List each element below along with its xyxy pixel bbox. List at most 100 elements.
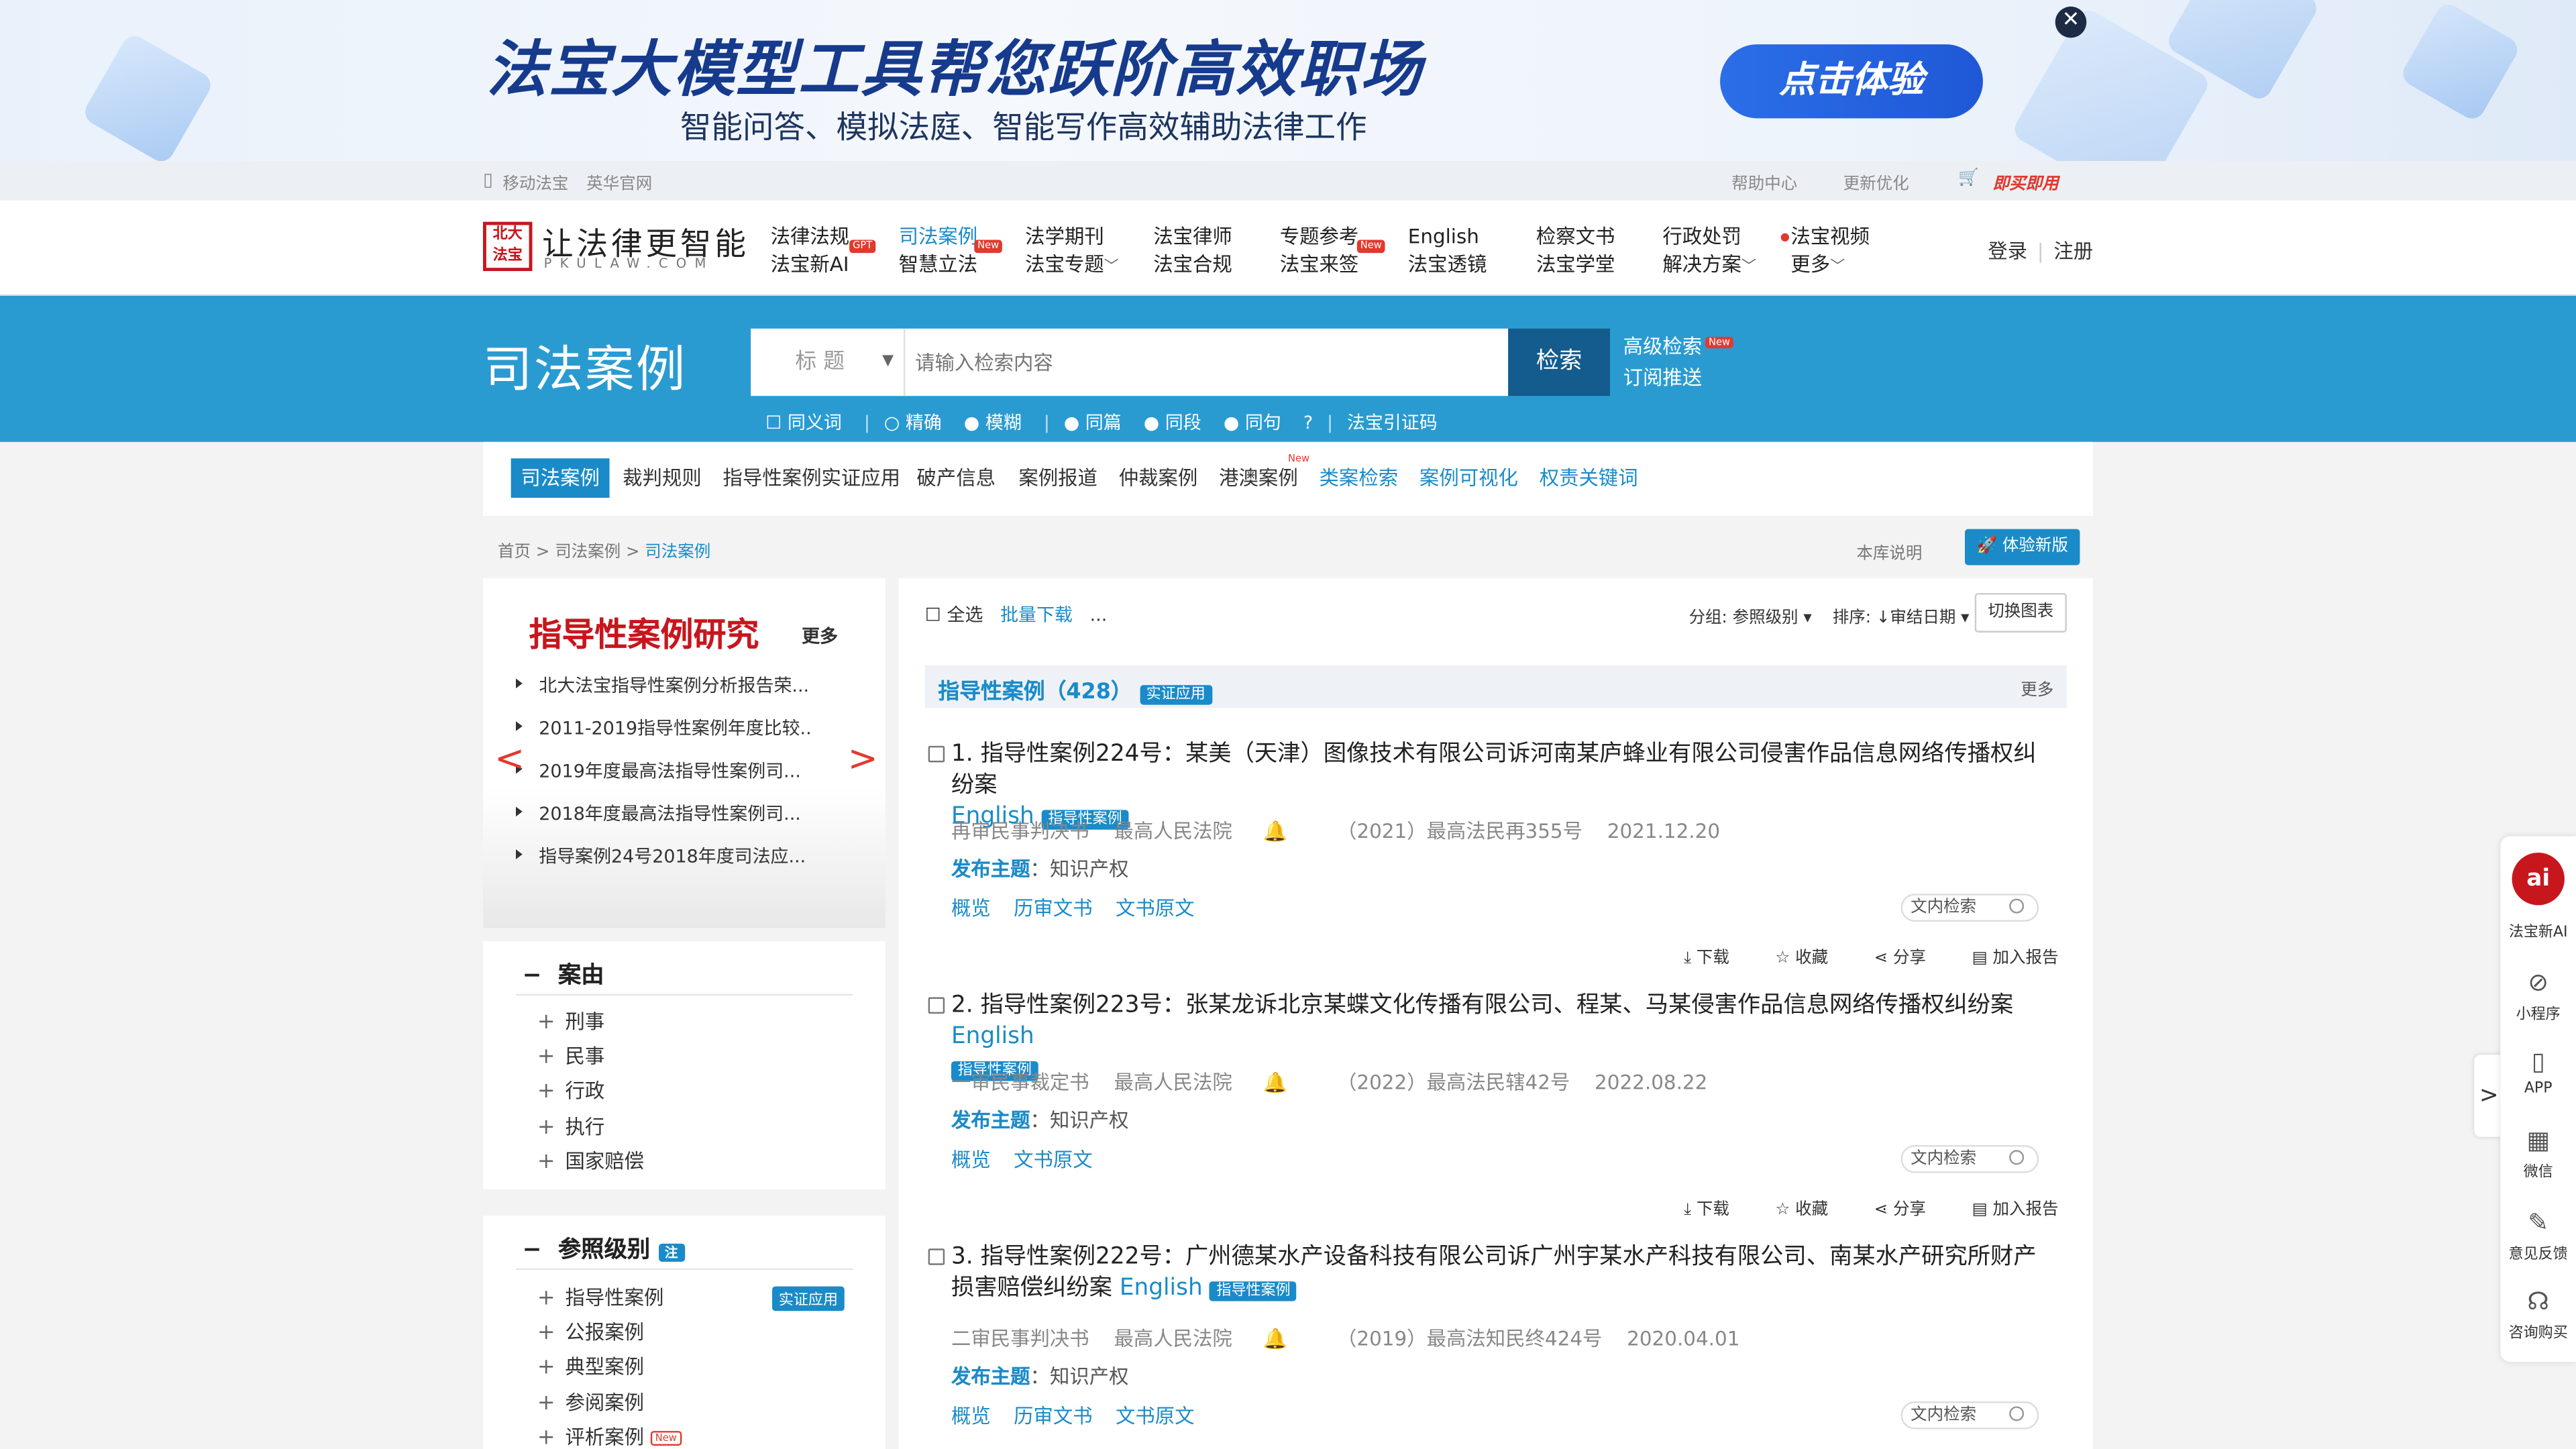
nav-item-sign[interactable]: 法宝来签 [1280, 252, 1359, 280]
original-doc-link[interactable]: 文书原文 [1116, 897, 1195, 920]
search-button[interactable]: 检索 [1508, 328, 1611, 396]
result-checkbox[interactable] [928, 997, 945, 1014]
empirical-tag[interactable]: 实证应用 [772, 1286, 845, 1311]
nav-item-journals[interactable]: 法学期刊 [1025, 223, 1119, 252]
breadcrumb-level1[interactable]: 司法案例 [555, 544, 621, 562]
facet-item[interactable]: + 参阅案例 [537, 1388, 644, 1416]
facet-item[interactable]: + 执行 [537, 1112, 604, 1140]
nav-item-lawyers[interactable]: 法宝律师 [1153, 223, 1232, 252]
login-link[interactable]: 登录 [1988, 240, 2027, 263]
tab-visualization[interactable]: 案例可视化 [1409, 458, 1527, 498]
result-title[interactable]: 3. 指导性案例222号：广州德某水产设备科技有限公司诉广州宇某水产科技有限公司… [951, 1242, 2052, 1307]
nav-item-lens[interactable]: 法宝透镜 [1408, 252, 1487, 280]
promo-banner[interactable]: 法宝大模型工具帮您跃阶高效职场 智能问答、模拟法庭、智能写作高效辅助法律工作 点… [0, 0, 2576, 162]
english-link[interactable]: English [1120, 1275, 1203, 1301]
sort-select[interactable]: 排序: ↓审结日期 ▾ [1833, 610, 1970, 628]
original-doc-link[interactable]: 文书原文 [1116, 1405, 1195, 1428]
bell-icon[interactable]: 🔔 [1263, 1071, 1288, 1094]
history-docs-link[interactable]: 历审文书 [1014, 897, 1093, 920]
facet-item[interactable]: + 典型案例 [537, 1352, 644, 1380]
nav-item-video[interactable]: 法宝视频 [1790, 223, 1870, 252]
share-button[interactable]: ⋖ 分享 [1874, 1201, 1949, 1219]
exact-radio[interactable]: ○ 精确 [884, 413, 950, 434]
overview-link[interactable]: 概览 [951, 897, 991, 920]
promo-item[interactable]: 指导案例24号2018年度司法应... [515, 843, 806, 869]
in-doc-search[interactable]: 文内检索 [1900, 1401, 2039, 1430]
tab-bankruptcy[interactable]: 破产信息 [907, 458, 1006, 498]
promo-item[interactable]: 2018年度最高法指导性案例司... [515, 800, 801, 826]
batch-download-link[interactable]: 批量下载 [1000, 604, 1073, 626]
favorite-button[interactable]: ☆ 收藏 [1775, 1201, 1851, 1219]
tab-rulings[interactable]: 裁判规则 [612, 458, 711, 498]
nav-item-reference[interactable]: 专题参考 [1280, 223, 1359, 252]
help-center-link[interactable]: 帮助中心 [1731, 169, 1797, 194]
promo-item[interactable]: 2019年度最高法指导性案例司... [515, 757, 801, 784]
facet-item[interactable]: + 评析案例 New [537, 1423, 682, 1449]
promo-item[interactable]: 2011-2019指导性案例年度比较.. [515, 714, 812, 741]
rail-toggle-chevron-icon[interactable]: > [2474, 1055, 2504, 1137]
promo-item[interactable]: 北大法宝指导性案例分析报告荣... [516, 672, 809, 698]
facet-item[interactable]: + 指导性案例 [537, 1283, 664, 1311]
subscribe-link[interactable]: 订阅推送 [1623, 363, 1733, 394]
more-options-icon[interactable]: ... [1090, 604, 1108, 626]
nav-item-compliance[interactable]: 法宝合规 [1153, 252, 1232, 280]
try-new-version-button[interactable]: 🚀 体验新版 [1965, 529, 2080, 566]
group-more-link[interactable]: 更多 [2021, 676, 2053, 700]
buy-link[interactable]: 即买即用 [1993, 169, 2059, 194]
nav-item-solutions[interactable]: 解决方案﹀ [1662, 252, 1756, 283]
share-button[interactable]: ⋖ 分享 [1874, 950, 1949, 968]
facet-item[interactable]: + 行政 [537, 1076, 604, 1104]
carousel-next-icon[interactable]: > [848, 739, 878, 780]
download-button[interactable]: ⤓ 下载 [1684, 950, 1752, 968]
nav-item-english[interactable]: English [1408, 223, 1487, 252]
facet-item[interactable]: + 公报案例 [537, 1318, 644, 1346]
citation-code-link[interactable]: 法宝引证码 [1347, 413, 1438, 434]
rail-consult[interactable]: ☊ 咨询购买 [2500, 1287, 2576, 1342]
search-input[interactable] [915, 328, 1499, 396]
nav-item-laws[interactable]: 法律法规 [771, 223, 850, 252]
result-checkbox[interactable] [928, 745, 945, 763]
update-link[interactable]: 更新优化 [1843, 169, 1909, 194]
nav-item-academy[interactable]: 法宝学堂 [1536, 252, 1615, 280]
yinghua-link[interactable]: 英华官网 [586, 169, 652, 194]
add-report-button[interactable]: ▤ 加入报告 [1972, 950, 2082, 968]
carousel-prev-icon[interactable]: < [494, 739, 525, 780]
site-logo[interactable]: 北大法宝 让法律更智能 PKULAW.COM [483, 220, 746, 272]
promo-more-link[interactable]: 更多 [802, 623, 838, 649]
ai-logo-icon[interactable]: ai [2512, 853, 2565, 906]
empirical-tag[interactable]: 实证应用 [1139, 685, 1212, 705]
result-checkbox[interactable] [928, 1248, 945, 1265]
nav-item-procuratorate[interactable]: 检察文书 [1536, 223, 1615, 252]
switch-chart-button[interactable]: 切换图表 [1974, 593, 2067, 633]
in-doc-search[interactable]: 文内检索 [1900, 894, 2039, 922]
help-icon[interactable]: ? [1303, 413, 1313, 434]
mobile-link[interactable]: 移动法宝 [502, 169, 568, 194]
facet-item[interactable]: + 刑事 [537, 1007, 604, 1035]
same-doc-radio[interactable]: ● 同篇 [1064, 413, 1130, 434]
add-report-button[interactable]: ▤ 加入报告 [1972, 1201, 2082, 1219]
rail-miniprogram[interactable]: ⊘ 小程序 [2500, 967, 2576, 1023]
tab-judicial-cases[interactable]: 司法案例 [511, 458, 610, 498]
register-link[interactable]: 注册 [2053, 240, 2093, 263]
history-docs-link[interactable]: 历审文书 [1014, 1405, 1093, 1428]
facet-level-header[interactable]: − 参照级别 注 [523, 1232, 685, 1265]
rail-ai[interactable]: 法宝新AI [2500, 920, 2576, 941]
tab-guiding-empirical[interactable]: 指导性案例实证应用 [713, 458, 910, 498]
group-select[interactable]: 分组: 参照级别 ▾ [1689, 610, 1812, 628]
select-all-checkbox[interactable]: ☐ 全选 [925, 604, 983, 626]
tab-case-reports[interactable]: 案例报道 [1009, 458, 1108, 498]
banner-cta-button[interactable]: 点击体验 [1720, 44, 1983, 119]
synonym-checkbox[interactable]: ☐ 同义词 [765, 413, 850, 434]
facet-cause-header[interactable]: − 案由 [523, 958, 604, 991]
bell-icon[interactable]: 🔔 [1263, 1328, 1288, 1350]
nav-item-more[interactable]: 更多﹀ [1790, 252, 1870, 283]
overview-link[interactable]: 概览 [951, 1148, 991, 1171]
note-icon[interactable]: 注 [658, 1243, 685, 1262]
facet-item[interactable]: + 国家赔偿 [537, 1146, 644, 1175]
group-title[interactable]: 指导性案例（428） 实证应用 [938, 674, 1212, 705]
nav-item-topics[interactable]: 法宝专题﹀ [1025, 252, 1119, 283]
library-note-link[interactable]: 本库说明 [1856, 539, 1922, 564]
overview-link[interactable]: 概览 [951, 1405, 991, 1428]
nav-item-ai[interactable]: 法宝新AI [771, 252, 850, 280]
download-button[interactable]: ⤓ 下载 [1684, 1201, 1752, 1219]
